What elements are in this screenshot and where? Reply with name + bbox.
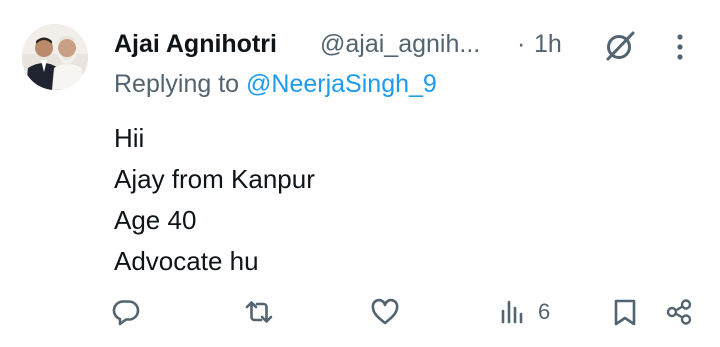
reply-icon bbox=[112, 300, 140, 326]
share-icon bbox=[666, 299, 692, 325]
reply-button[interactable] bbox=[111, 290, 141, 334]
share-button[interactable] bbox=[664, 290, 694, 334]
tweet[interactable]: Ajai Agnihotri @ajai_agnih... · 1h Reply… bbox=[0, 0, 720, 347]
bar-chart-icon bbox=[501, 300, 523, 324]
heart-icon bbox=[371, 298, 399, 325]
replying-to: Replying to @NeerjaSingh_9 bbox=[114, 70, 437, 99]
tweet-text-line: Hii bbox=[114, 123, 145, 153]
grok-icon[interactable] bbox=[602, 28, 638, 64]
retweet-icon bbox=[245, 301, 273, 323]
separator-dot: · bbox=[517, 30, 526, 58]
like-button[interactable] bbox=[370, 290, 400, 334]
bookmark-button[interactable] bbox=[610, 290, 640, 334]
tweet-text-line: Age 40 bbox=[114, 205, 197, 235]
tweet-text-line: Ajay from Kanpur bbox=[114, 164, 315, 194]
more-options-icon[interactable] bbox=[668, 30, 692, 64]
replying-to-mention[interactable]: @NeerjaSingh_9 bbox=[246, 70, 437, 98]
bookmark-icon bbox=[614, 299, 636, 326]
views-button[interactable]: 6 bbox=[498, 290, 550, 334]
replying-prefix: Replying to bbox=[114, 70, 247, 98]
retweet-button[interactable] bbox=[244, 290, 274, 334]
views-count: 6 bbox=[538, 299, 551, 324]
timestamp[interactable]: 1h bbox=[534, 30, 562, 59]
avatar[interactable] bbox=[22, 24, 88, 90]
display-name[interactable]: Ajai Agnihotri bbox=[114, 30, 277, 59]
tweet-text: Hii Ajay from Kanpur Age 40 Advocate hu bbox=[114, 118, 315, 282]
tweet-text-line: Advocate hu bbox=[114, 246, 259, 276]
user-handle[interactable]: @ajai_agnih... bbox=[320, 30, 480, 59]
action-bar: 6 bbox=[0, 290, 720, 334]
avatar-photo bbox=[22, 24, 88, 90]
